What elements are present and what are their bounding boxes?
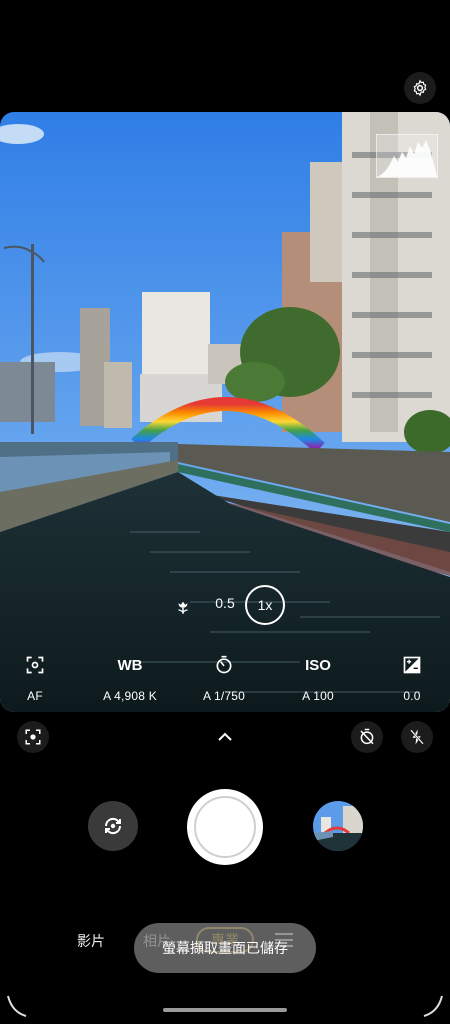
shutter-speed-value: A 1/750 [202, 689, 246, 703]
zoom-option-1x[interactable]: 1x [245, 585, 285, 625]
iso-control[interactable]: ISO A 100 [275, 650, 361, 710]
gear-icon [413, 79, 427, 97]
macro-zoom-button[interactable] [168, 592, 198, 622]
focus-target-icon [26, 656, 44, 674]
iso-icon: ISO [305, 656, 331, 674]
timer-off-icon [360, 728, 374, 745]
af-control[interactable]: AF [0, 650, 78, 710]
exposure-control[interactable]: 0.0 [369, 650, 450, 710]
shutter-button[interactable] [187, 789, 263, 865]
exposure-value: 0.0 [403, 689, 421, 703]
back-gesture-icon [7, 995, 27, 1017]
home-indicator[interactable] [163, 1008, 287, 1012]
flash-button[interactable] [401, 721, 433, 753]
timer-button[interactable] [351, 721, 383, 753]
camera-flip-icon [104, 817, 122, 835]
shutter-speed-icon [216, 655, 232, 674]
wb-icon: WB [117, 656, 143, 674]
lens-icon [25, 729, 41, 745]
chevron-up-icon [218, 732, 232, 741]
mode-video[interactable]: 影片 [77, 931, 105, 951]
histogram [375, 133, 439, 179]
flash-off-icon [410, 729, 424, 745]
flip-camera-button[interactable] [88, 801, 138, 851]
camera-viewfinder[interactable] [0, 112, 450, 712]
wb-control[interactable]: WB A 4,908 K [87, 650, 173, 710]
af-value: AF [27, 689, 43, 703]
exposure-icon [403, 656, 421, 674]
expand-controls-button[interactable] [213, 726, 237, 746]
shutter-speed-control[interactable]: A 1/750 [181, 650, 267, 710]
recent-gesture-icon [423, 995, 443, 1017]
iso-value: A 100 [302, 689, 334, 703]
settings-button[interactable] [404, 72, 436, 104]
flower-icon [178, 601, 188, 614]
lens-button[interactable] [17, 721, 49, 753]
screenshot-saved-toast: 螢幕擷取畫面已儲存 [134, 923, 316, 973]
zoom-option-0-5[interactable]: 0.5 [208, 595, 242, 611]
shutter-button-inner [194, 796, 256, 858]
gallery-thumbnail[interactable] [313, 801, 363, 851]
wb-value: A 4,908 K [103, 689, 157, 703]
